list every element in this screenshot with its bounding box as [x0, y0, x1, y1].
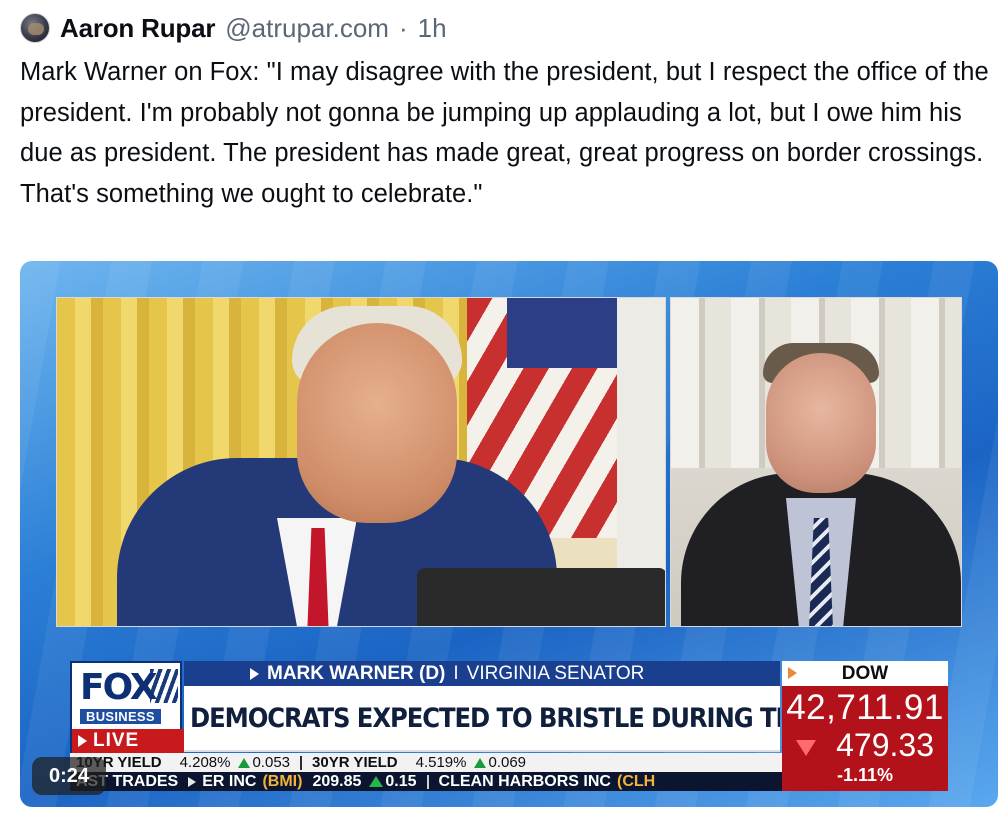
up-triangle-icon	[474, 757, 487, 768]
author-name[interactable]: Aaron Rupar	[60, 13, 215, 44]
live-label: LIVE	[93, 730, 140, 751]
dow-label-bar: DOW	[782, 661, 948, 686]
ticker-stock1-symbol: (BMI)	[262, 772, 303, 790]
post-text: Mark Warner on Fox: "I may disagree with…	[20, 58, 989, 208]
ticker-row-yields: 10YR YIELD 4.208% 0.053 30YR YIELD 4.519…	[70, 753, 782, 772]
name-bar: MARK WARNER (D) I VIRGINIA SENATOR	[184, 661, 780, 686]
speaker-name: MARK WARNER (D)	[267, 662, 446, 684]
post-timestamp[interactable]: 1h	[418, 13, 447, 44]
right-person-head	[766, 353, 876, 493]
ticker-divider	[426, 774, 429, 789]
desk-object	[417, 568, 665, 626]
yield-30yr-label: 30YR YIELD	[312, 754, 398, 771]
dow-box: DOW 42,711.91 479.33 -1.11%	[782, 661, 948, 791]
ticker-row-trades: AST TRADES ER INC (BMI) 209.85 0.15 CLEA…	[70, 772, 782, 791]
dow-change: 479.33	[836, 727, 934, 763]
author-handle[interactable]: @atrupar.com	[225, 13, 389, 44]
dow-label: DOW	[841, 662, 889, 684]
avatar[interactable]	[20, 13, 50, 43]
headline-bar: DEMOCRATS EXPECTED TO BRISTLE DURING TRU…	[184, 686, 780, 752]
news-chyron: FOX BUSINESS LIVE MARK WARNER (D) I VIRG…	[70, 661, 948, 794]
video-right-panel	[670, 297, 962, 627]
left-person-head	[297, 323, 457, 523]
speaker-title: VIRGINIA SENATOR	[466, 662, 645, 684]
video-player[interactable]: FOX BUSINESS LIVE MARK WARNER (D) I VIRG…	[20, 261, 998, 807]
video-left-panel	[56, 297, 666, 627]
ticker-divider	[300, 755, 303, 770]
dow-percent-value: -1.11	[836, 765, 878, 785]
dow-percent: -1.11%	[782, 765, 948, 786]
ticker: 10YR YIELD 4.208% 0.053 30YR YIELD 4.519…	[70, 753, 782, 791]
dow-value: 42,711.91	[786, 688, 944, 727]
ticker-stock1-name: ER INC	[202, 772, 257, 790]
yield-10yr-change: 0.053	[252, 754, 291, 771]
ticker-stock2-symbol: (CLH	[616, 772, 656, 790]
video-timestamp[interactable]: 0:24	[32, 757, 106, 795]
name-separator: I	[453, 662, 459, 684]
ticker-stock2-name: CLEAN HARBORS INC	[438, 772, 611, 790]
ticker-stock1-change: 0.15	[385, 772, 417, 790]
name-arrow-icon	[250, 667, 259, 680]
up-triangle-icon	[369, 776, 384, 787]
separator-dot: ·	[398, 12, 408, 43]
up-triangle-icon	[238, 757, 251, 768]
orange-arrow-icon	[788, 667, 797, 679]
yield-10yr-value: 4.208%	[179, 754, 231, 771]
flag-canton	[507, 298, 627, 368]
network-sub: BUSINESS	[80, 709, 161, 724]
yield-30yr-change: 0.069	[488, 754, 527, 771]
network-name: FOX	[80, 667, 158, 708]
logo-stripes-icon	[150, 669, 178, 703]
dow-percent-sign: %	[877, 765, 894, 785]
headline: DEMOCRATS EXPECTED TO BRISTLE DURING TRU…	[190, 702, 780, 734]
yield-30yr-value: 4.519%	[415, 754, 467, 771]
network-logo: FOX BUSINESS LIVE	[70, 661, 184, 753]
ticker-stock1-price: 209.85	[312, 772, 362, 790]
live-badge: LIVE	[72, 729, 184, 753]
play-triangle-icon	[78, 735, 87, 747]
ticker-arrow-icon	[188, 776, 197, 787]
post-header: Aaron Rupar @atrupar.com · 1h	[20, 8, 447, 48]
